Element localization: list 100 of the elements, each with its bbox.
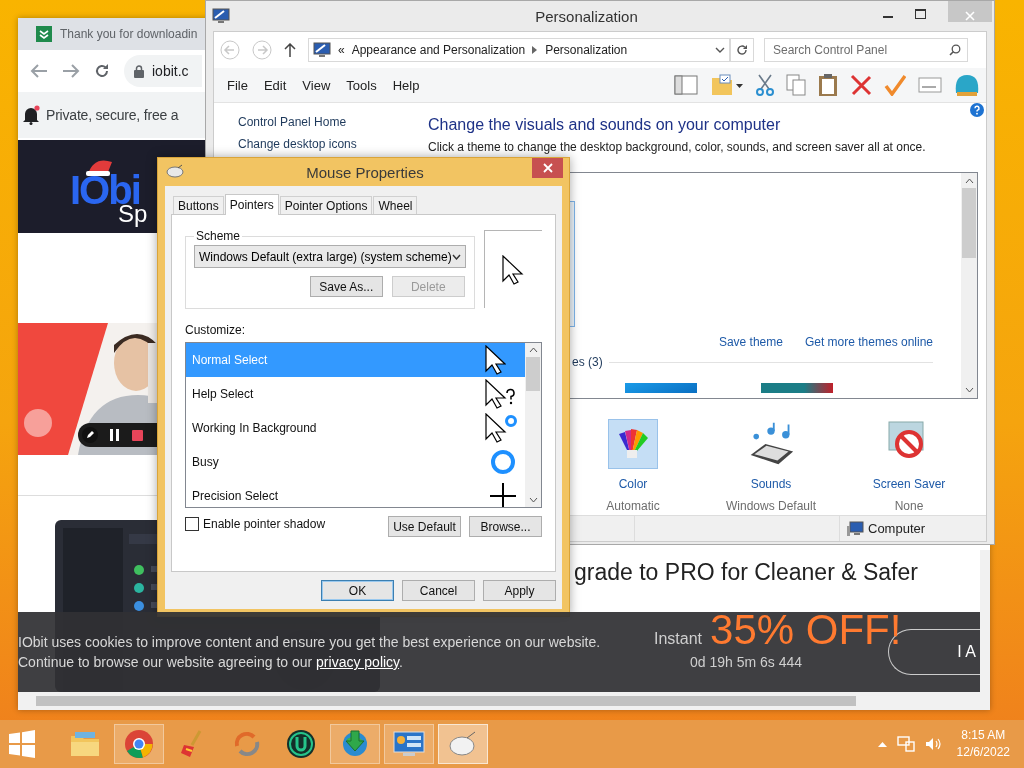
- scrollbar[interactable]: [961, 173, 977, 398]
- scrollbar[interactable]: [980, 550, 990, 692]
- theme-thumbnail[interactable]: [625, 383, 697, 393]
- clock-time: 8:15 AM: [961, 727, 1006, 744]
- arrow-cursor-icon: [485, 344, 506, 376]
- dialog-title: Mouse Properties: [305, 164, 425, 181]
- stop-icon[interactable]: [132, 429, 143, 441]
- working-cursor-icon: [485, 412, 517, 444]
- back-icon[interactable]: [220, 40, 240, 60]
- crosshair-cursor-icon: [489, 482, 517, 507]
- search-field[interactable]: Search Control Panel: [764, 38, 968, 62]
- maximize-icon[interactable]: [915, 9, 926, 19]
- scroll-thumb[interactable]: [962, 188, 976, 258]
- address-bar[interactable]: « Appearance and Personalization Personalization: [308, 38, 730, 62]
- close-button[interactable]: [532, 158, 563, 178]
- setting-value: Automatic: [606, 499, 660, 513]
- setting-link[interactable]: Sounds: [750, 477, 792, 491]
- reload-icon[interactable]: [94, 63, 110, 79]
- download-favicon-icon: [36, 26, 52, 42]
- tab[interactable]: Pointers: [224, 194, 279, 215]
- help-icon[interactable]: [970, 103, 984, 117]
- dialog-button[interactable]: Use Default: [388, 516, 461, 537]
- menu-item[interactable]: Help: [384, 77, 428, 93]
- pane-icon[interactable]: [674, 75, 698, 95]
- menu-item[interactable]: View: [294, 77, 339, 93]
- up-arrow-icon[interactable]: [284, 43, 296, 57]
- scroll-thumb[interactable]: [526, 357, 540, 391]
- scroll-up-icon[interactable]: [964, 178, 974, 184]
- speaker-icon[interactable]: [924, 737, 941, 751]
- group-label: es (3): [572, 355, 603, 369]
- pointer-list-item[interactable]: Help Select: [186, 377, 525, 411]
- back-icon[interactable]: [30, 63, 48, 79]
- folder-icon[interactable]: [710, 74, 744, 96]
- scroll-down-icon[interactable]: [964, 387, 974, 393]
- scrollbar[interactable]: [525, 343, 541, 507]
- setting-tile[interactable]: [608, 419, 658, 469]
- sidebar-link[interactable]: Control Panel Home: [238, 115, 428, 129]
- dialog-button[interactable]: Browse...: [469, 516, 542, 537]
- window-title: Personalization: [534, 7, 639, 25]
- horizontal-scrollbar[interactable]: [18, 692, 990, 710]
- sync-icon: [232, 729, 262, 759]
- copy-icon[interactable]: [786, 74, 806, 96]
- close-icon: [542, 163, 553, 173]
- tab[interactable]: Pointer Options: [279, 196, 373, 214]
- chrome-icon: [124, 729, 154, 759]
- setting-link[interactable]: Color: [618, 477, 648, 491]
- shell-icon[interactable]: [954, 73, 980, 97]
- card-icon[interactable]: [918, 77, 942, 93]
- theme-link[interactable]: Get more themes online: [804, 335, 933, 349]
- control-panel-icon: [393, 730, 425, 758]
- menu-item[interactable]: Edit: [255, 77, 295, 93]
- tab[interactable]: Buttons: [173, 196, 224, 214]
- refresh-icon: [736, 44, 748, 56]
- privacy-policy-link[interactable]: privacy policy: [316, 654, 400, 670]
- dropdown-icon[interactable]: [715, 46, 725, 54]
- bell-icon: [22, 105, 40, 125]
- forward-icon[interactable]: [62, 63, 80, 79]
- dropdown-icon: [451, 253, 461, 260]
- menu-item[interactable]: Tools: [338, 77, 385, 93]
- browser-tab[interactable]: Thank you for downloadin: [18, 18, 202, 50]
- theme-link[interactable]: Save theme: [718, 335, 783, 349]
- taskbar-app[interactable]: [114, 724, 164, 764]
- chevron-up-icon[interactable]: [877, 741, 887, 747]
- checkbox-label: Enable pointer shadow: [203, 517, 326, 531]
- chevron-icon: [532, 46, 539, 54]
- address-bar[interactable]: iobit.c: [124, 55, 202, 87]
- scroll-down-icon[interactable]: [528, 497, 538, 503]
- promo-headline: grade to PRO for Cleaner & Safer: [574, 559, 918, 586]
- countdown-text: 0d 19h 5m 6s 444: [690, 654, 803, 670]
- windows-logo-icon[interactable]: [8, 730, 36, 758]
- scroll-up-icon[interactable]: [528, 347, 538, 353]
- taskbar-app[interactable]: [384, 724, 434, 764]
- checkmark-icon[interactable]: [884, 74, 906, 96]
- sidebar-link[interactable]: Change desktop icons: [238, 137, 428, 151]
- tab[interactable]: Wheel: [373, 196, 418, 214]
- network-icon[interactable]: [896, 736, 915, 752]
- dialog-button[interactable]: OK: [321, 580, 394, 601]
- pointer-list-item[interactable]: Working In Background: [186, 411, 525, 445]
- search-icon[interactable]: [949, 44, 961, 56]
- menu-item[interactable]: File: [219, 77, 256, 93]
- dialog-button[interactable]: Apply: [483, 580, 556, 601]
- scheme-button[interactable]: Save As...: [309, 276, 383, 297]
- refresh-button[interactable]: [730, 38, 754, 62]
- pencil-icon[interactable]: [82, 427, 98, 443]
- scissors-icon[interactable]: [756, 74, 774, 96]
- pointer-list-item[interactable]: Precision Select: [186, 479, 525, 507]
- taskbar-app[interactable]: [330, 724, 380, 764]
- forward-icon[interactable]: [252, 40, 272, 60]
- clipboard-icon[interactable]: [818, 73, 838, 97]
- close-icon: [965, 10, 975, 21]
- setting-link[interactable]: Screen Saver: [872, 477, 946, 491]
- monitor-icon: [313, 42, 331, 58]
- theme-thumbnail[interactable]: [761, 383, 833, 393]
- dialog-button[interactable]: Cancel: [402, 580, 475, 601]
- scheme-dropdown[interactable]: Windows Default (extra large) (system scheme): [194, 245, 466, 268]
- checkbox[interactable]: [185, 517, 199, 531]
- pause-icon[interactable]: [110, 429, 120, 441]
- status-text: Computer: [868, 521, 926, 536]
- pointer-list-item[interactable]: Busy: [186, 445, 525, 479]
- delete-icon[interactable]: [850, 74, 872, 96]
